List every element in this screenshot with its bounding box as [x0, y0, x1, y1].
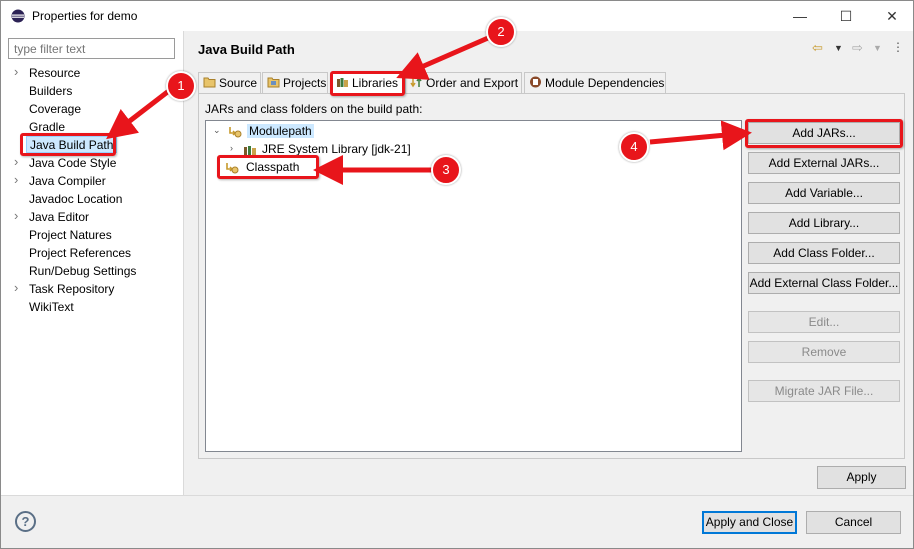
tab-label: Source — [219, 76, 258, 90]
eclipse-app-icon — [11, 9, 25, 23]
sidebar-item-label: Task Repository — [29, 282, 115, 296]
tab-label: Projects — [283, 76, 327, 90]
window-title: Properties for demo — [32, 9, 138, 23]
remove-button[interactable]: Remove — [748, 341, 900, 363]
add-external-class-folder-button[interactable]: Add External Class Folder... — [748, 272, 900, 294]
order-export-icon — [410, 76, 422, 88]
forward-arrow-icon[interactable]: ⇨ — [852, 40, 863, 56]
sidebar-item-wikitext[interactable]: WikiText — [1, 298, 184, 316]
sidebar-item-javadoc-location[interactable]: Javadoc Location — [1, 190, 184, 208]
highlight-libraries-tab — [330, 71, 405, 96]
expand-chevron-icon[interactable]: ⌄ — [213, 125, 221, 136]
sidebar-item-label: Javadoc Location — [29, 192, 123, 206]
sidebar-item-label: Project Natures — [29, 228, 112, 242]
sidebar-item-label: Java Code Style — [29, 156, 117, 170]
tab-order-export[interactable]: Order and Export — [405, 72, 522, 94]
sidebar-item-builders[interactable]: Builders — [1, 82, 184, 100]
projects-icon — [267, 77, 280, 88]
sidebar-item-label: Gradle — [29, 120, 66, 134]
expand-chevron-icon[interactable]: › — [14, 208, 18, 223]
edit-button[interactable]: Edit... — [748, 311, 900, 333]
filter-input[interactable] — [8, 38, 175, 59]
tree-node-label: JRE System Library [jdk-21] — [262, 142, 411, 156]
module-icon — [530, 76, 541, 88]
minimize-button[interactable]: — — [777, 1, 823, 31]
left-pane: ›ResourceBuildersCoverageGradleJava Buil… — [1, 31, 184, 495]
tree-node-label: Modulepath — [247, 124, 314, 138]
apply-and-close-button[interactable]: Apply and Close — [702, 511, 797, 534]
sidebar-item-label: Resource — [29, 66, 81, 80]
sidebar-item-label: Run/Debug Settings — [29, 264, 137, 278]
highlight-add-jars — [745, 119, 903, 148]
expand-chevron-icon[interactable]: › — [14, 280, 18, 295]
back-arrow-icon[interactable]: ⇦ — [812, 40, 823, 56]
source-folder-icon — [203, 77, 216, 88]
expand-chevron-icon[interactable]: › — [14, 154, 18, 169]
sidebar-item-task-repository[interactable]: › Task Repository — [1, 280, 184, 298]
tab-source[interactable]: Source — [198, 72, 261, 94]
sidebar-item-label: Java Editor — [29, 210, 90, 224]
nav-history: ⇦ ▼ ⇨ ▼ ⋮ — [812, 40, 904, 56]
cancel-button[interactable]: Cancel — [806, 511, 901, 534]
help-icon[interactable]: ? — [15, 511, 36, 532]
step-badge-1: 1 — [166, 71, 196, 101]
add-class-folder-button[interactable]: Add Class Folder... — [748, 242, 900, 264]
collapse-chevron-icon[interactable]: › — [230, 143, 233, 153]
sidebar-item-label: Java Compiler — [29, 174, 106, 188]
highlight-java-build-path — [20, 133, 116, 156]
modulepath-icon — [229, 127, 242, 138]
expand-chevron-icon[interactable]: › — [14, 64, 18, 79]
sidebar-item-label: Coverage — [29, 102, 82, 116]
sidebar-item-coverage[interactable]: Coverage — [1, 100, 184, 118]
step-badge-3: 3 — [431, 155, 461, 185]
sidebar-item-run-debug-settings[interactable]: Run/Debug Settings — [1, 262, 184, 280]
sidebar-item-java-compiler[interactable]: › Java Compiler — [1, 172, 184, 190]
step-badge-4: 4 — [619, 132, 649, 162]
add-library-button[interactable]: Add Library... — [748, 212, 900, 234]
add-variable-button[interactable]: Add Variable... — [748, 182, 900, 204]
step-badge-2: 2 — [486, 17, 516, 47]
sidebar-item-label: Project References — [29, 246, 132, 260]
add-external-jars-button[interactable]: Add External JARs... — [748, 152, 900, 174]
maximize-button[interactable]: ☐ — [823, 1, 869, 31]
title-bar: Properties for demo — ☐ ✕ — [0, 0, 914, 31]
sidebar-item-label: Builders — [29, 84, 73, 98]
migrate-jar-button[interactable]: Migrate JAR File... — [748, 380, 900, 402]
highlight-classpath — [217, 155, 319, 179]
sidebar-item-resource[interactable]: › Resource — [1, 64, 184, 82]
view-menu-icon[interactable]: ⋮ — [892, 40, 904, 54]
apply-button[interactable]: Apply — [817, 466, 906, 489]
tab-projects[interactable]: Projects — [262, 72, 328, 94]
sidebar-item-java-editor[interactable]: › Java Editor — [1, 208, 184, 226]
tab-label: Module Dependencies — [545, 76, 665, 90]
close-button[interactable]: ✕ — [869, 1, 914, 31]
forward-dropdown-icon[interactable]: ▼ — [873, 43, 882, 53]
tab-label: Order and Export — [426, 76, 519, 90]
tree-node-modulepath[interactable]: ⌄ Modulepath — [211, 123, 331, 140]
sidebar-item-label: WikiText — [29, 300, 74, 314]
tab-module-dependencies[interactable]: Module Dependencies — [524, 72, 666, 94]
sidebar-item-project-references[interactable]: Project References — [1, 244, 184, 262]
expand-chevron-icon[interactable]: › — [14, 172, 18, 187]
sidebar-item-java-code-style[interactable]: › Java Code Style — [1, 154, 184, 172]
page-title: Java Build Path — [198, 42, 295, 57]
back-dropdown-icon[interactable]: ▼ — [834, 43, 843, 53]
build-path-label: JARs and class folders on the build path… — [205, 102, 423, 116]
sidebar-item-project-natures[interactable]: Project Natures — [1, 226, 184, 244]
